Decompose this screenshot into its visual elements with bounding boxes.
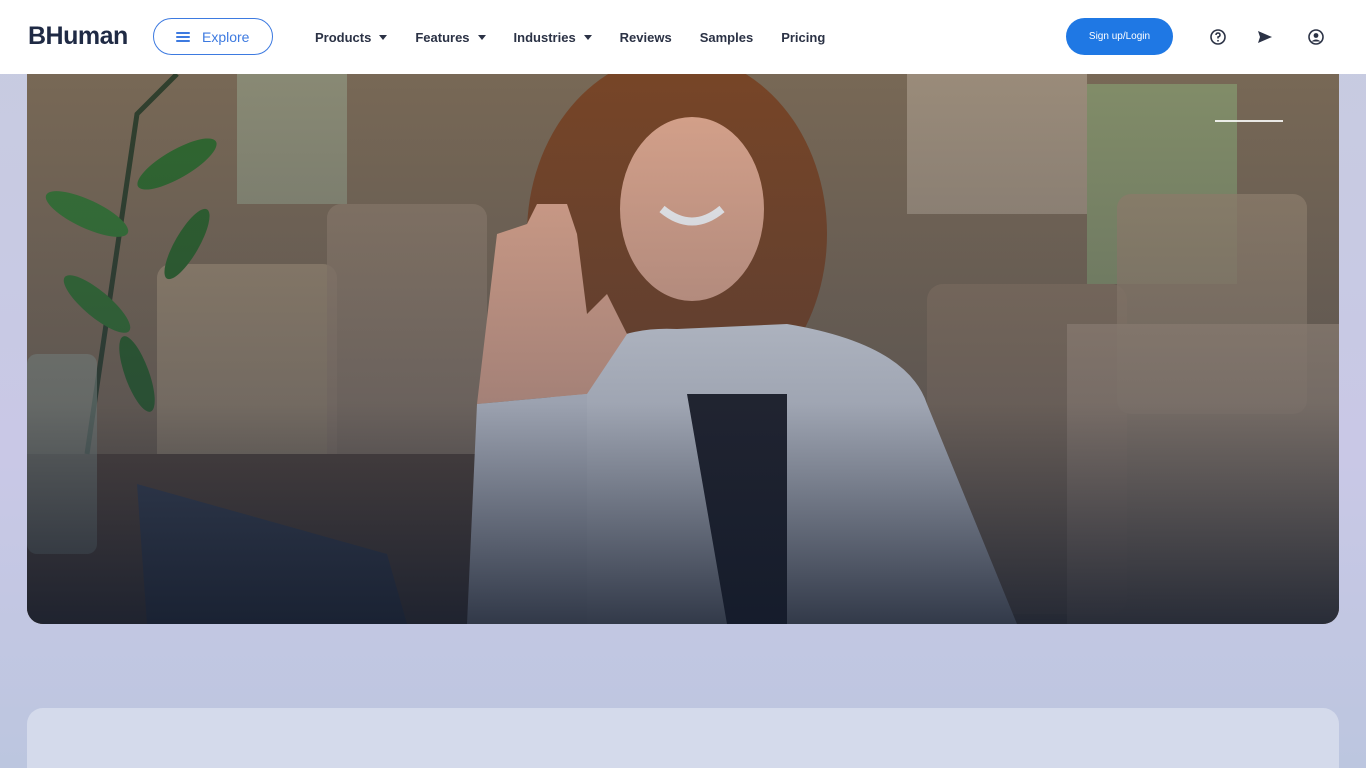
hero-image [27, 74, 1339, 624]
signup-login-button[interactable]: Sign up/Login [1066, 18, 1173, 55]
content-card [27, 708, 1339, 768]
menu-icon [176, 31, 190, 42]
user-icon[interactable] [1306, 27, 1326, 47]
hero-slide-indicator[interactable] [1215, 120, 1283, 122]
caret-down-icon [583, 34, 592, 40]
nav-industries-label: Industries [513, 29, 576, 45]
nav-industries[interactable]: Industries [514, 30, 592, 45]
explore-label: Explore [202, 28, 250, 45]
nav-pricing[interactable]: Pricing [781, 30, 825, 45]
hero-shade-overlay [27, 74, 1339, 624]
send-icon[interactable] [1255, 27, 1275, 47]
caret-down-icon [379, 34, 388, 40]
nav-products[interactable]: Products [315, 29, 388, 45]
nav-pricing-label: Pricing [781, 29, 826, 45]
nav-samples[interactable]: Samples [700, 30, 753, 45]
caret-down-icon [477, 34, 486, 40]
nav-reviews-label: Reviews [619, 29, 672, 45]
nav-reviews[interactable]: Reviews [620, 30, 672, 45]
nav-features[interactable]: Features [415, 29, 486, 45]
help-icon[interactable] [1208, 27, 1228, 47]
logo[interactable]: BHuman [28, 22, 128, 51]
site-header: BHuman Explore Products Features Industr… [0, 0, 1366, 74]
main-nav: Products Features Industries Reviews Sam… [315, 0, 853, 74]
explore-button[interactable]: Explore [153, 18, 273, 55]
nav-products-label: Products [315, 29, 372, 45]
nav-samples-label: Samples [699, 29, 754, 45]
nav-features-label: Features [415, 29, 470, 45]
